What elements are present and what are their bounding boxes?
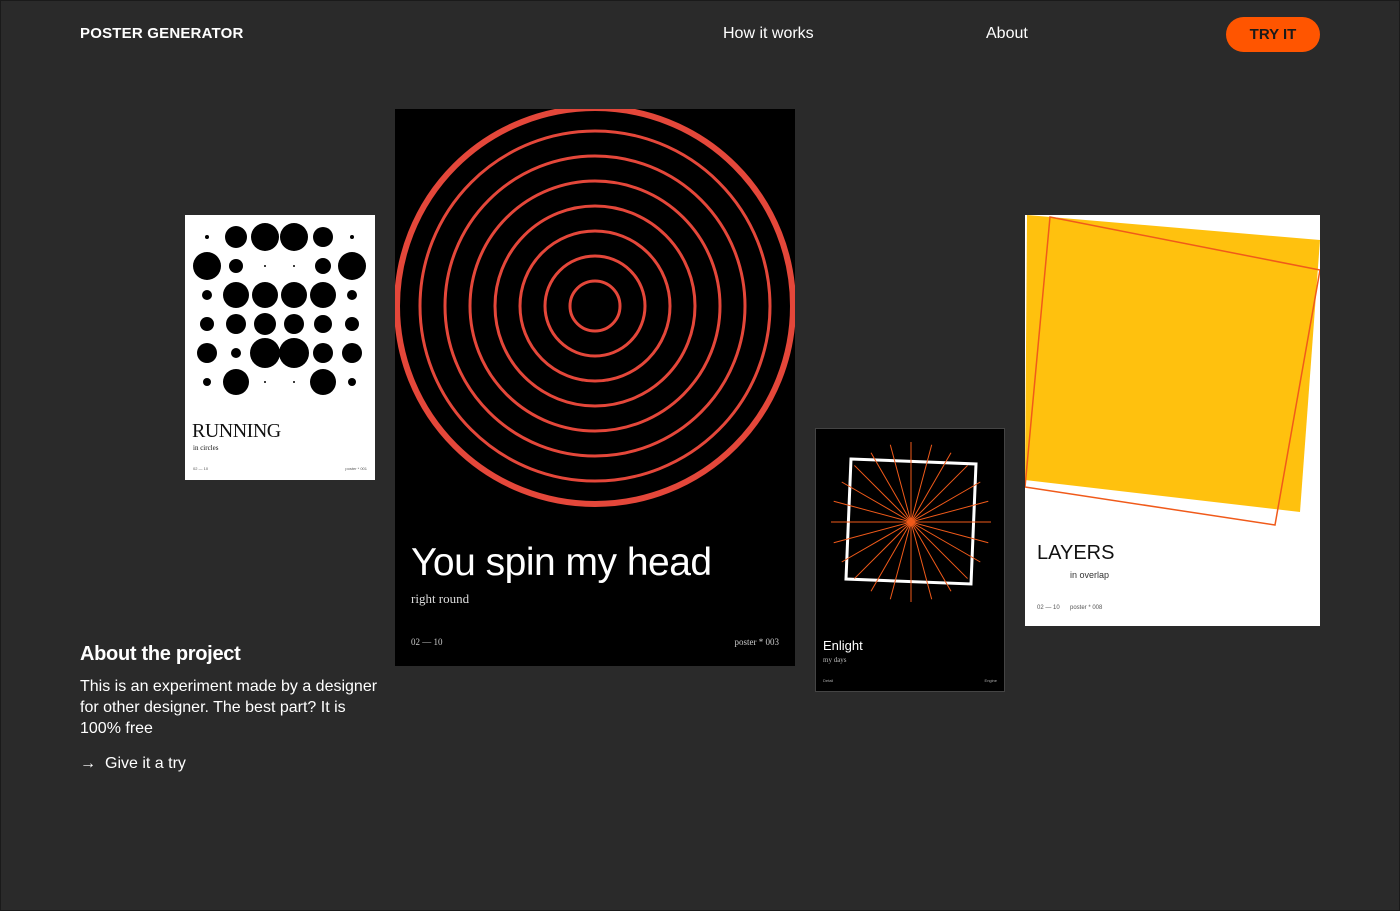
dot — [250, 338, 280, 368]
dot — [315, 258, 331, 274]
dot — [314, 315, 332, 333]
dot — [284, 314, 304, 334]
dot — [342, 343, 362, 363]
brand-logo[interactable]: POSTER GENERATOR — [80, 25, 244, 42]
dot — [313, 227, 333, 247]
dot — [193, 252, 221, 280]
poster-footer-left: 02 — 10 — [193, 466, 209, 471]
dot — [310, 369, 336, 395]
poster-spin[interactable]: You spin my head right round 02 — 10 pos… — [395, 109, 795, 666]
dot — [313, 343, 333, 363]
dot — [338, 252, 366, 280]
dot — [347, 290, 357, 300]
dot — [203, 378, 211, 386]
poster-footer-right: poster * 008 — [1070, 605, 1103, 611]
poster-subtitle: in overlap — [1070, 570, 1110, 580]
arrow-right-icon: → — [80, 755, 96, 772]
poster-subtitle: in circles — [193, 444, 219, 452]
dot — [281, 282, 307, 308]
dot — [252, 282, 278, 308]
dot — [279, 338, 309, 368]
poster-title: RUNNING — [192, 420, 281, 442]
poster-title: You spin my head — [411, 541, 712, 584]
dot — [225, 226, 247, 248]
poster-footer-left: 02 — 10 — [411, 637, 443, 647]
dot — [293, 381, 295, 383]
ring — [418, 129, 772, 483]
poster-title: LAYERS — [1037, 542, 1115, 564]
nav-how-it-works[interactable]: How it works — [723, 25, 814, 43]
poster-title: Enlight — [823, 638, 863, 653]
poster-footer-left: 02 — 10 — [1037, 605, 1060, 611]
starburst-lines — [831, 442, 991, 602]
dot — [293, 265, 295, 267]
dot — [202, 290, 212, 300]
ring — [443, 154, 747, 458]
poster-footer-right: poster * 003 — [734, 637, 780, 647]
poster-running[interactable]: RUNNING in circles 02 — 10 poster * 001 — [185, 215, 375, 480]
poster-footer-right: poster * 001 — [345, 466, 367, 471]
dot — [197, 343, 217, 363]
dot — [251, 223, 279, 251]
dot — [264, 265, 266, 267]
dot — [200, 317, 214, 331]
dot — [229, 259, 243, 273]
poster-footer-left: Detail — [823, 678, 834, 683]
ring — [518, 229, 672, 383]
poster-layers[interactable]: LAYERS in overlap 02 — 10 poster * 008 — [1025, 215, 1320, 626]
ring — [543, 254, 647, 358]
nav-about[interactable]: About — [986, 25, 1028, 43]
dot — [348, 378, 356, 386]
poster-subtitle: right round — [411, 591, 470, 606]
ring — [568, 279, 622, 333]
dot — [280, 223, 308, 251]
give-it-a-try-label: Give it a try — [105, 755, 186, 772]
dot — [350, 235, 354, 239]
dot — [226, 314, 246, 334]
dot — [345, 317, 359, 331]
dot — [310, 282, 336, 308]
ring — [395, 109, 795, 507]
dot — [223, 369, 249, 395]
poster-enlight[interactable]: Enlight my days Detail Engine — [815, 428, 1005, 692]
dot — [264, 381, 266, 383]
yellow-square — [1025, 215, 1320, 512]
dot — [231, 348, 241, 358]
ring — [493, 204, 697, 408]
dot — [205, 235, 209, 239]
ring — [468, 179, 722, 433]
dot — [254, 313, 276, 335]
dot — [223, 282, 249, 308]
give-it-a-try-link[interactable]: → Give it a try — [80, 755, 186, 773]
poster-footer-right: Engine — [984, 678, 997, 683]
about-description: This is an experiment made by a designer… — [80, 678, 378, 737]
about-heading: About the project — [80, 643, 241, 665]
poster-subtitle: my days — [823, 656, 847, 664]
try-it-button[interactable]: TRY IT — [1226, 17, 1320, 52]
